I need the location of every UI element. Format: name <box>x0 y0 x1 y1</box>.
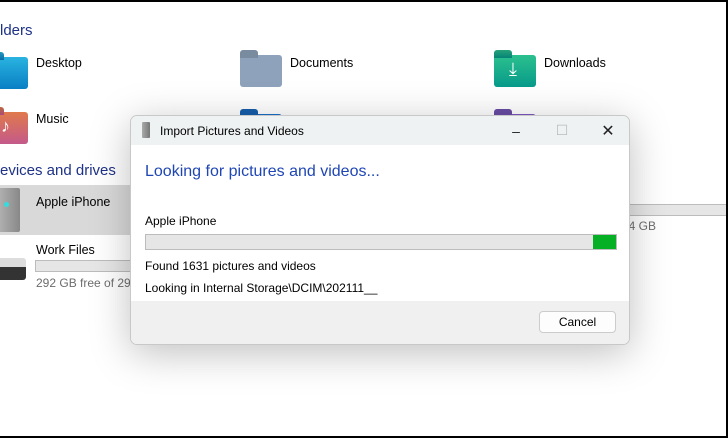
maximize-button: ☐ <box>555 122 569 138</box>
device-label: Apple iPhone <box>36 195 111 209</box>
progress-indicator <box>593 235 616 249</box>
cancel-button[interactable]: Cancel <box>539 311 616 333</box>
current-path: Looking in Internal Storage\DCIM\202111_… <box>145 281 378 295</box>
device-name: Apple iPhone <box>145 214 217 228</box>
title-bar[interactable]: Import Pictures and Videos – ☐ ✕ <box>131 116 629 145</box>
desktop-folder-icon <box>0 57 28 89</box>
dialog-footer: Cancel <box>131 301 629 344</box>
documents-folder-icon <box>240 55 282 87</box>
music-folder-icon: ♪ <box>0 112 28 144</box>
device-apple-iphone[interactable] <box>0 185 140 235</box>
folder-music[interactable]: Music <box>36 112 69 126</box>
minimize-button[interactable]: – <box>493 116 539 145</box>
found-count: Found 1631 pictures and videos <box>145 259 316 273</box>
status-heading: Looking for pictures and videos... <box>145 163 380 180</box>
phone-icon <box>0 188 20 232</box>
devices-heading: evices and drives <box>0 162 116 179</box>
close-button[interactable]: ✕ <box>585 116 629 145</box>
downloads-folder-icon: ⤓ <box>494 55 536 87</box>
progress-bar <box>145 234 617 250</box>
drive-free-space: 292 GB free of 292 <box>36 276 138 290</box>
device-label[interactable]: Work Files <box>36 243 95 257</box>
drive-usage-bar <box>35 260 145 272</box>
folder-desktop[interactable]: Desktop <box>36 56 82 70</box>
dialog-title: Import Pictures and Videos <box>160 124 304 138</box>
folder-documents[interactable]: Documents <box>290 56 353 70</box>
import-dialog: Import Pictures and Videos – ☐ ✕ Looking… <box>130 115 630 345</box>
folder-downloads[interactable]: Downloads <box>544 56 606 70</box>
phone-icon <box>142 122 150 138</box>
folders-heading: lders <box>0 22 33 39</box>
drive-icon <box>0 258 26 280</box>
